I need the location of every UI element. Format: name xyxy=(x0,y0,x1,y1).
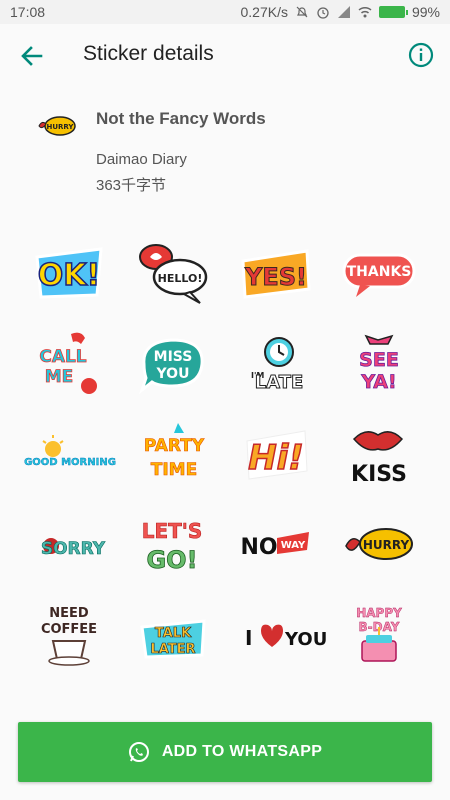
network-speed: 0.27K/s xyxy=(240,4,288,20)
pack-publisher: Daimao Diary xyxy=(96,151,187,168)
sticker-happy-bday[interactable]: HAPPY B-DAY xyxy=(327,590,430,681)
sticker-text: HELLO! xyxy=(157,272,202,285)
svg-text:YOU: YOU xyxy=(284,629,327,650)
whatsapp-icon xyxy=(128,742,149,762)
sticker-hi[interactable]: Hi! xyxy=(224,408,327,499)
sticker-yes[interactable]: YES! xyxy=(224,226,327,317)
svg-text:PARTY: PARTY xyxy=(143,436,204,456)
svg-text:TALK: TALK xyxy=(154,626,191,641)
sticker-kiss[interactable]: KISS xyxy=(327,408,430,499)
svg-text:HAPPY: HAPPY xyxy=(356,606,402,620)
svg-text:YOU: YOU xyxy=(155,366,189,382)
sticker-thanks[interactable]: THANKS xyxy=(327,226,430,317)
sticker-ok[interactable]: OK! xyxy=(18,226,121,317)
sticker-lets-go[interactable]: LET'S GO! xyxy=(121,499,224,590)
svg-text:NO: NO xyxy=(240,535,277,560)
sticker-im-late[interactable]: I'M LATE xyxy=(224,317,327,408)
arrow-back-icon[interactable] xyxy=(18,42,46,70)
info-icon[interactable] xyxy=(408,42,434,68)
svg-text:LET'S: LET'S xyxy=(141,519,202,543)
pack-name: Not the Fancy Words xyxy=(96,109,266,128)
svg-text:ME: ME xyxy=(44,367,73,387)
svg-text:SEE: SEE xyxy=(359,349,399,371)
battery-percent: 99% xyxy=(411,4,440,20)
svg-text:COFFEE: COFFEE xyxy=(40,622,96,637)
pack-tray-icon: HURRY xyxy=(38,116,76,136)
svg-text:LATER: LATER xyxy=(150,642,195,657)
svg-text:I: I xyxy=(245,626,252,650)
battery-icon xyxy=(378,6,408,18)
app-bar: Sticker details xyxy=(0,24,450,86)
sticker-need-coffee[interactable]: NEED COFFEE xyxy=(18,590,121,681)
sticker-text: YES! xyxy=(243,263,306,291)
svg-text:YA!: YA! xyxy=(360,371,396,393)
sticker-talk-later[interactable]: TALK LATER xyxy=(121,590,224,681)
alarm-icon xyxy=(317,7,329,19)
svg-text:MISS: MISS xyxy=(153,349,192,365)
alarm-off-icon xyxy=(296,6,308,18)
svg-text:WAY: WAY xyxy=(280,540,305,551)
sticker-grid: OK! HELLO! YES! THANKS CALL ME MISS YOU … xyxy=(18,226,430,681)
sticker-see-ya[interactable]: SEE YA! xyxy=(327,317,430,408)
page-title: Sticker details xyxy=(83,42,214,65)
status-icons: 0.27K/s 99% xyxy=(240,4,440,20)
sticker-hurry[interactable]: HURRY xyxy=(327,499,430,590)
svg-text:HURRY: HURRY xyxy=(46,123,74,131)
wifi-icon xyxy=(358,6,372,18)
sticker-text: THANKS xyxy=(346,264,411,280)
svg-text:TIME: TIME xyxy=(150,460,196,480)
sticker-text: GOOD MORNING xyxy=(24,457,116,468)
add-to-whatsapp-button[interactable]: ADD TO WHATSAPP xyxy=(18,722,432,782)
sticker-good-morning[interactable]: GOOD MORNING xyxy=(18,408,121,499)
svg-text:CALL: CALL xyxy=(39,347,86,367)
sticker-i-love-you[interactable]: I YOU xyxy=(224,590,327,681)
sticker-text: HURRY xyxy=(362,538,409,552)
status-time: 17:08 xyxy=(10,4,46,20)
sticker-no-way[interactable]: NO WAY xyxy=(224,499,327,590)
sticker-text: SORRY xyxy=(40,539,105,559)
signal-icon xyxy=(337,6,350,18)
sticker-party-time[interactable]: PARTY TIME xyxy=(121,408,224,499)
svg-text:GO!: GO! xyxy=(146,546,197,574)
sticker-hello[interactable]: HELLO! xyxy=(121,226,224,317)
svg-text:NEED: NEED xyxy=(49,606,89,621)
status-bar: 17:08 0.27K/s 99% xyxy=(0,0,450,24)
sticker-text: OK! xyxy=(37,258,99,293)
sticker-text: Hi! xyxy=(248,438,304,478)
sticker-miss-you[interactable]: MISS YOU xyxy=(121,317,224,408)
sticker-sorry[interactable]: SORRY xyxy=(18,499,121,590)
sticker-call-me[interactable]: CALL ME xyxy=(18,317,121,408)
pack-size: 363千字节 xyxy=(96,177,167,194)
svg-text:LATE: LATE xyxy=(254,372,303,393)
sticker-text: KISS xyxy=(351,462,407,487)
add-button-label: ADD TO WHATSAPP xyxy=(161,743,323,760)
